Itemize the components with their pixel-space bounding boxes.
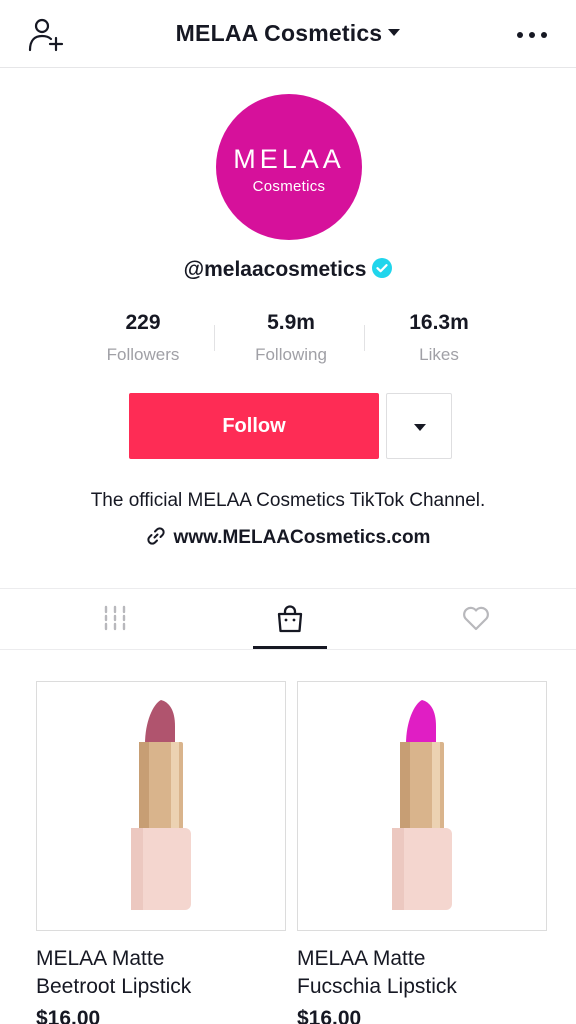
stat-following[interactable]: 5.9m Following: [216, 311, 366, 365]
avatar-brand-text: MELAA: [233, 144, 345, 174]
page-title: MELAA Cosmetics: [175, 20, 383, 46]
bio-text: The official MELAA Cosmetics TikTok Chan…: [90, 490, 486, 511]
lipstick-image: [392, 700, 452, 910]
link-icon: [146, 526, 166, 546]
product-price: $16.00: [36, 1007, 101, 1024]
verified-check-icon: [372, 258, 393, 279]
website-link[interactable]: www.MELAACosmetics.com: [0, 527, 576, 549]
stat-value: 16.3m: [409, 311, 469, 334]
tab-videos[interactable]: [19, 589, 211, 649]
tab-shop[interactable]: [194, 589, 386, 649]
product-price: $16.00: [297, 1007, 362, 1024]
product-grid: MELAA Matte Beetroot Lipstick $16.00 MEL…: [0, 650, 576, 1024]
stat-label: Followers: [106, 345, 180, 364]
stat-value: 5.9m: [267, 311, 315, 334]
avatar-sub-text: Cosmetics: [252, 178, 326, 195]
active-tab-indicator: [253, 646, 327, 649]
stat-divider: [214, 325, 215, 351]
avatar[interactable]: MELAA Cosmetics: [216, 94, 362, 240]
handle-row: @melaacosmetics: [0, 258, 576, 282]
product-image[interactable]: [36, 681, 286, 931]
product-title-line: MELAA Matte: [297, 947, 426, 970]
stat-likes[interactable]: 16.3m Likes: [364, 311, 514, 365]
stat-label: Following: [255, 345, 327, 364]
more-dots-icon[interactable]: [514, 22, 550, 46]
stats-row: 229 Followers 5.9m Following 16.3m Likes: [68, 311, 508, 371]
website-link-text: www.MELAACosmetics.com: [173, 527, 431, 548]
stat-followers[interactable]: 229 Followers: [68, 311, 218, 365]
top-bar: MELAA Cosmetics: [0, 0, 576, 68]
username: @melaacosmetics: [183, 258, 367, 281]
profile-tabs: [0, 588, 576, 650]
shop-bag-icon: [277, 605, 303, 633]
suggested-accounts-button[interactable]: [386, 393, 452, 459]
account-switcher[interactable]: MELAA Cosmetics: [0, 20, 576, 47]
stat-label: Likes: [419, 345, 459, 364]
chevron-down-icon: [388, 29, 401, 37]
videos-grid-icon: [104, 605, 126, 631]
tab-liked[interactable]: [380, 589, 572, 649]
follow-button[interactable]: Follow: [129, 393, 379, 459]
product-title-line: Fucschia Lipstick: [297, 975, 457, 998]
product-image[interactable]: [297, 681, 547, 931]
caret-down-icon: [414, 424, 426, 431]
lipstick-image: [131, 700, 191, 910]
product-title: MELAA Matte Fucschia Lipstick: [297, 945, 547, 1001]
product-card[interactable]: MELAA Matte Beetroot Lipstick $16.00: [36, 681, 286, 1024]
liked-heart-icon: [463, 606, 489, 631]
product-title-line: Beetroot Lipstick: [36, 975, 192, 998]
product-card[interactable]: MELAA Matte Fucschia Lipstick $16.00: [297, 681, 547, 1024]
stat-value: 229: [125, 311, 161, 334]
product-title: MELAA Matte Beetroot Lipstick: [36, 945, 286, 1001]
product-title-line: MELAA Matte: [36, 947, 165, 970]
